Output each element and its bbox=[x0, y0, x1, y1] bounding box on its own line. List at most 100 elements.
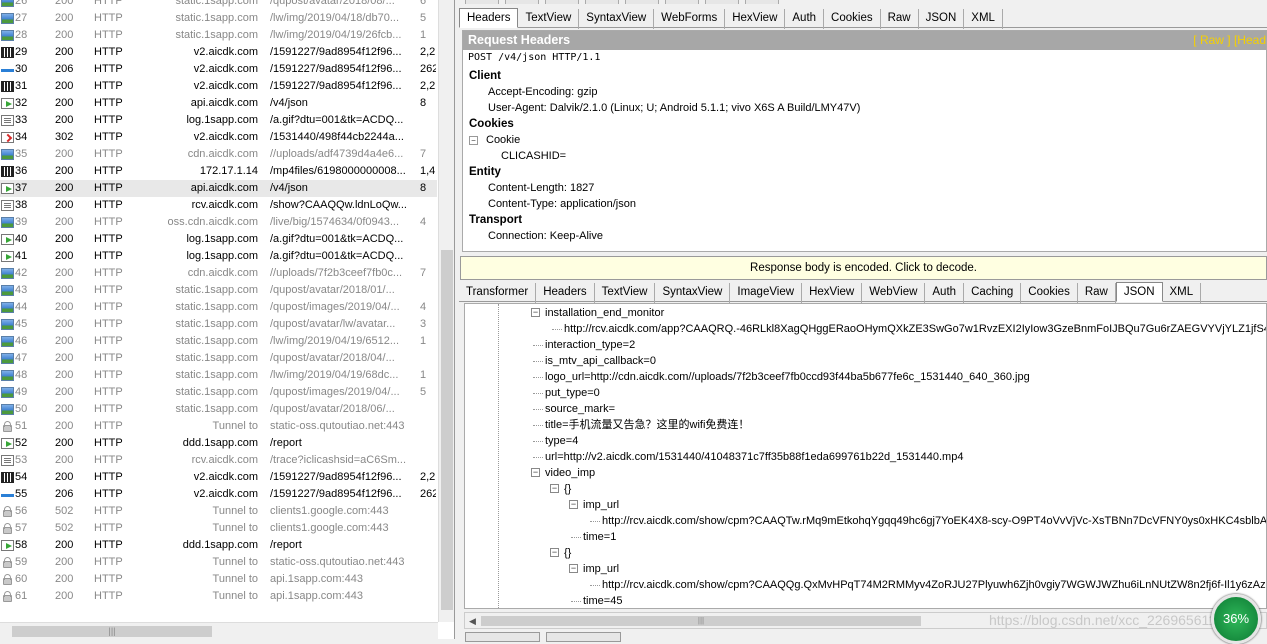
json-node[interactable]: type=4 bbox=[545, 433, 578, 449]
main-tab[interactable] bbox=[545, 0, 579, 4]
json-node[interactable]: title=手机流量又告急？这里的wifi免费连！ bbox=[545, 417, 749, 433]
response-tab-auth[interactable]: Auth bbox=[925, 283, 965, 303]
json-node[interactable]: http://rcv.aicdk.com/show/cpm?CAAQTw.rMq… bbox=[602, 513, 1266, 529]
response-tab-textview[interactable]: TextView bbox=[595, 283, 656, 303]
request-tab-json[interactable]: JSON bbox=[919, 9, 965, 29]
session-row[interactable]: 26 200 HTTP static.1sapp.com/qupost/avatar/… bbox=[0, 0, 437, 10]
response-tab-transformer[interactable]: Transformer bbox=[459, 283, 537, 303]
request-tab-xml[interactable]: XML bbox=[964, 9, 1003, 29]
session-row[interactable]: 60 200 HTTP Tunnel to api.1sapp.com:443 bbox=[0, 571, 437, 588]
json-node[interactable]: logo_url=http://cdn.aicdk.com//uploads/7… bbox=[545, 369, 1030, 385]
json-node[interactable]: source_mark= bbox=[545, 401, 615, 417]
scroll-thumb[interactable]: ||| bbox=[12, 626, 212, 637]
bottom-button[interactable] bbox=[546, 632, 621, 642]
response-tab-syntaxview[interactable]: SyntaxView bbox=[655, 283, 731, 303]
main-tab[interactable] bbox=[585, 0, 619, 4]
collapse-toggle-icon[interactable]: − bbox=[550, 484, 559, 493]
collapse-toggle-icon[interactable]: − bbox=[569, 564, 578, 573]
session-row[interactable]: 50 200 HTTP static.1sapp.com/qupost/avatar/… bbox=[0, 401, 437, 418]
json-node[interactable]: time=1 bbox=[583, 529, 616, 545]
session-row[interactable]: 58 200 HTTP ddd.1sapp.com/report bbox=[0, 537, 437, 554]
main-tab[interactable] bbox=[745, 0, 779, 4]
session-row[interactable]: 33 200 HTTP log.1sapp.com/a.gif?dtu=001&tk=… bbox=[0, 112, 437, 129]
session-list-horizontal-scrollbar[interactable]: ||| bbox=[0, 622, 438, 639]
request-tab-headers[interactable]: Headers bbox=[459, 8, 519, 28]
session-row[interactable]: 28 200 HTTP static.1sapp.com/lw/img/2019/04… bbox=[0, 27, 437, 44]
session-row[interactable]: 35 200 HTTP cdn.aicdk.com //uploads/adf4739d… bbox=[0, 146, 437, 163]
session-row[interactable]: 29 200 HTTP v2.aicdk.com/1591227/9ad8954f12… bbox=[0, 44, 437, 61]
bottom-button[interactable] bbox=[465, 632, 540, 642]
session-list-vertical-scrollbar[interactable] bbox=[438, 0, 454, 622]
network-speed-badge[interactable]: 36% bbox=[1211, 594, 1261, 644]
session-row[interactable]: 45 200 HTTP static.1sapp.com/qupost/avatar/… bbox=[0, 316, 437, 333]
collapse-toggle-icon[interactable]: − bbox=[531, 308, 540, 317]
request-tab-textview[interactable]: TextView bbox=[518, 9, 580, 29]
request-tab-cookies[interactable]: Cookies bbox=[824, 9, 881, 29]
raw-header-links[interactable]: [ Raw ] [Head bbox=[1193, 31, 1266, 50]
json-node[interactable]: video_imp bbox=[545, 465, 595, 481]
json-node[interactable]: imp_url bbox=[583, 561, 619, 577]
session-row[interactable]: 32 200 HTTP api.aicdk.com/v4/json 8 bbox=[0, 95, 437, 112]
main-tab[interactable] bbox=[505, 0, 539, 4]
session-row[interactable]: 52 200 HTTP ddd.1sapp.com/report bbox=[0, 435, 437, 452]
session-row[interactable]: 47 200 HTTP static.1sapp.com/qupost/avatar/… bbox=[0, 350, 437, 367]
session-row[interactable]: 30 206 HTTP v2.aicdk.com/1591227/9ad8954f12… bbox=[0, 61, 437, 78]
response-tab-webview[interactable]: WebView bbox=[862, 283, 926, 303]
session-row[interactable]: 48 200 HTTP static.1sapp.com/lw/img/2019/04… bbox=[0, 367, 437, 384]
response-tab-xml[interactable]: XML bbox=[1163, 283, 1202, 303]
main-tab[interactable] bbox=[705, 0, 739, 4]
main-tab[interactable] bbox=[665, 0, 699, 4]
session-row[interactable]: 36 200 HTTP 172.17.1.14/mp4files/6198000000… bbox=[0, 163, 437, 180]
response-tab-headers[interactable]: Headers bbox=[536, 283, 595, 303]
request-tab-raw[interactable]: Raw bbox=[881, 9, 919, 29]
collapse-toggle-icon[interactable]: − bbox=[550, 548, 559, 557]
session-row[interactable]: 34 302 HTTP v2.aicdk.com/1531440/498f44cb22… bbox=[0, 129, 437, 146]
session-row[interactable]: 61 200 HTTP Tunnel to api.1sapp.com:443 bbox=[0, 588, 437, 605]
json-node[interactable]: time=45 bbox=[583, 593, 622, 608]
json-node[interactable]: put_type=0 bbox=[545, 385, 600, 401]
session-row[interactable]: 39 200 HTTP oss.cdn.aicdk.com/live/big/1574… bbox=[0, 214, 437, 231]
session-row[interactable]: 44 200 HTTP static.1sapp.com/qupost/images/… bbox=[0, 299, 437, 316]
json-node[interactable]: installation_end_monitor bbox=[545, 305, 664, 321]
request-tab-webforms[interactable]: WebForms bbox=[654, 9, 726, 29]
request-tab-hexview[interactable]: HexView bbox=[725, 9, 786, 29]
session-row[interactable]: 37 200 HTTP api.aicdk.com/v4/json 8 bbox=[0, 180, 437, 197]
session-row[interactable]: 49 200 HTTP static.1sapp.com/qupost/images/… bbox=[0, 384, 437, 401]
json-node[interactable]: {} bbox=[564, 545, 571, 561]
json-node[interactable]: http://rcv.aicdk.com/app?CAAQRQ.-46RLkl8… bbox=[564, 321, 1266, 337]
request-tab-syntaxview[interactable]: SyntaxView bbox=[579, 9, 655, 29]
session-row[interactable]: 51 200 HTTP Tunnel to static-oss.qutoutiao.n… bbox=[0, 418, 437, 435]
collapse-toggle-icon[interactable]: − bbox=[469, 136, 478, 145]
session-row[interactable]: 54 200 HTTP v2.aicdk.com/1591227/9ad8954f12… bbox=[0, 469, 437, 486]
collapse-toggle-icon[interactable]: − bbox=[531, 468, 540, 477]
json-node[interactable]: url=http://v2.aicdk.com/1531440/41048371… bbox=[545, 449, 963, 465]
response-tab-json[interactable]: JSON bbox=[1115, 282, 1163, 302]
session-row[interactable]: 55 206 HTTP v2.aicdk.com/1591227/9ad8954f12… bbox=[0, 486, 437, 503]
response-tab-caching[interactable]: Caching bbox=[964, 283, 1022, 303]
session-row[interactable]: 41 200 HTTP log.1sapp.com/a.gif?dtu=001&tk=… bbox=[0, 248, 437, 265]
response-tab-cookies[interactable]: Cookies bbox=[1021, 283, 1078, 303]
response-tab-hexview[interactable]: HexView bbox=[802, 283, 863, 303]
json-node[interactable]: {} bbox=[564, 481, 571, 497]
session-row[interactable]: 57 502 HTTP Tunnel to clients1.google.com:44… bbox=[0, 520, 437, 537]
main-tab[interactable] bbox=[465, 0, 499, 4]
decode-notice-bar[interactable]: Response body is encoded. Click to decod… bbox=[460, 256, 1267, 280]
session-row[interactable]: 31 200 HTTP v2.aicdk.com/1591227/9ad8954f12… bbox=[0, 78, 437, 95]
json-node[interactable]: http://rcv.aicdk.com/show/cpm?CAAQQg.QxM… bbox=[602, 577, 1266, 593]
json-node[interactable]: interaction_type=2 bbox=[545, 337, 635, 353]
session-row[interactable]: 38 200 HTTP rcv.aicdk.com/show?CAAQQw.ldnLo… bbox=[0, 197, 437, 214]
session-row[interactable]: 40 200 HTTP log.1sapp.com/a.gif?dtu=001&tk=… bbox=[0, 231, 437, 248]
session-row[interactable]: 59 200 HTTP Tunnel to static-oss.qutoutiao.n… bbox=[0, 554, 437, 571]
request-tab-auth[interactable]: Auth bbox=[785, 9, 825, 29]
session-row[interactable]: 56 502 HTTP Tunnel to clients1.google.com:44… bbox=[0, 503, 437, 520]
scroll-thumb[interactable]: ||| bbox=[481, 616, 921, 626]
scroll-left-icon[interactable]: ◀ bbox=[469, 616, 476, 627]
session-row[interactable]: 42 200 HTTP cdn.aicdk.com //uploads/7f2b3cee… bbox=[0, 265, 437, 282]
session-row[interactable]: 46 200 HTTP static.1sapp.com/lw/img/2019/04… bbox=[0, 333, 437, 350]
json-node[interactable]: imp_url bbox=[583, 497, 619, 513]
session-row[interactable]: 27 200 HTTP static.1sapp.com/lw/img/2019/04… bbox=[0, 10, 437, 27]
collapse-toggle-icon[interactable]: − bbox=[569, 500, 578, 509]
session-row[interactable]: 53 200 HTTP rcv.aicdk.com/trace?iclicashsid… bbox=[0, 452, 437, 469]
json-node[interactable]: is_mtv_api_callback=0 bbox=[545, 353, 656, 369]
cookie-node[interactable]: − Cookie bbox=[463, 132, 1266, 148]
